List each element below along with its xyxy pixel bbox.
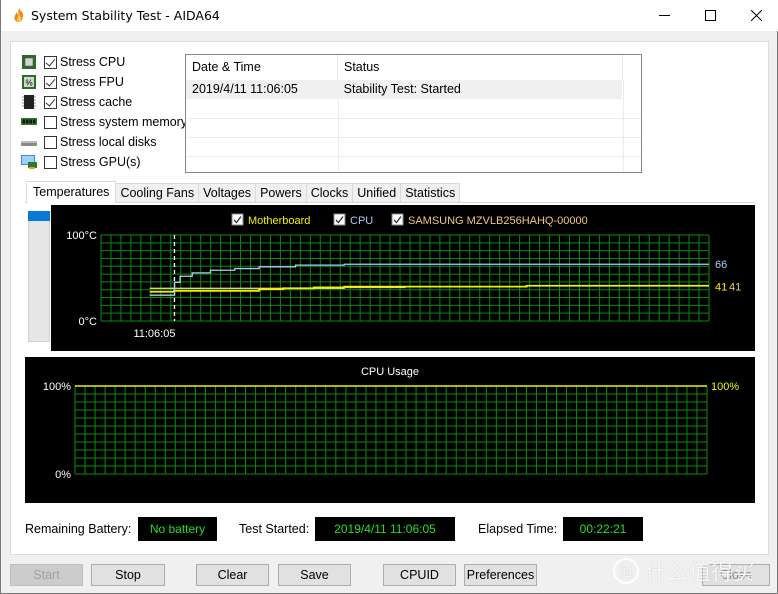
sensor-tabs: Temperatures Cooling Fans Voltages Powers Cl… (26, 181, 461, 203)
cpu-usage-chart: CPU Usage 100% 0% 100% (43, 366, 739, 481)
stop-button[interactable]: Stop (91, 564, 165, 586)
gpu-monitor-icon (21, 155, 37, 169)
event-log-table[interactable]: Date & Time Status 2019/4/11 11:06:05 St… (185, 54, 642, 173)
watermark-badge: 值 (613, 558, 639, 584)
legend-item-samsung[interactable]: SAMSUNG MZVLB256HAHQ-00000 (391, 213, 588, 227)
stress-checkbox[interactable] (44, 75, 57, 89)
aida64-flame-icon (14, 8, 24, 22)
log-datetime: 2019/4/11 11:06:05 (192, 82, 298, 96)
fpu-chip-icon: % (21, 75, 37, 89)
stress-checkbox[interactable] (44, 95, 57, 109)
title-bar: System Stability Test - AIDA64 (1, 0, 778, 31)
close-icon (750, 10, 762, 21)
stress-checkbox[interactable] (44, 135, 57, 149)
svg-text:%: % (25, 79, 32, 88)
stress-checkbox[interactable] (44, 115, 57, 129)
save-button[interactable]: Save (278, 564, 351, 586)
temperature-side-bar[interactable] (28, 211, 50, 342)
tab-unified[interactable]: Unified (352, 183, 402, 203)
log-status: Stability Test: Started (343, 82, 461, 96)
log-gridline (186, 156, 641, 157)
clear-button[interactable]: Clear (196, 564, 269, 586)
stress-checkbox[interactable] (44, 155, 57, 169)
stress-option-stress-local-disks[interactable]: Stress local disks (21, 133, 191, 151)
minimize-button[interactable] (641, 0, 687, 31)
log-gridline (186, 137, 641, 138)
cpuid-button[interactable]: CPUID (383, 564, 456, 586)
start-button[interactable]: Start (10, 564, 83, 586)
y-axis-min-label: 0% (55, 469, 71, 481)
legend-label: Motherboard (248, 215, 310, 227)
log-header: Date & Time Status (186, 55, 641, 80)
cpu-current-value: 66 (715, 259, 727, 271)
log-row[interactable]: 2019/4/11 11:06:05 Stability Test: Start… (186, 80, 622, 99)
y-axis-max-label: 100% (43, 381, 71, 393)
legend-item-cpu[interactable]: CPU (333, 213, 373, 227)
temperature-grid (100, 234, 710, 322)
cpu-usage-grid (74, 385, 708, 475)
window-title: System Stability Test - AIDA64 (31, 8, 220, 23)
legend-checkbox[interactable] (391, 213, 404, 226)
temperature-legend: Motherboard CPU SAMSUNG MZVLB256HAHQ-00000 (231, 213, 588, 227)
test-start-time-label: 11:06:05 (133, 328, 175, 340)
battery-label: Remaining Battery: (25, 522, 132, 536)
tab-powers[interactable]: Powers (255, 183, 307, 203)
y-axis-max-label: 100°C (66, 230, 97, 242)
tab-content-border (25, 202, 755, 203)
log-column-divider (338, 80, 339, 172)
maximize-button[interactable] (687, 0, 733, 31)
status-row: Remaining Battery: No battery Test Start… (1, 517, 778, 541)
stress-option-label: Stress local disks (60, 135, 157, 149)
test-started-value: 2019/4/11 11:06:05 (315, 517, 455, 541)
tab-voltages[interactable]: Voltages (198, 183, 257, 203)
stress-option-label: Stress GPU(s) (60, 155, 141, 169)
stress-option-label: Stress system memory (60, 115, 188, 129)
motherboard-current-value: 41 (715, 282, 727, 294)
temperature-graph: Motherboard CPU SAMSUNG MZVLB256HAHQ-00000… (51, 205, 755, 351)
column-header-datetime[interactable]: Date & Time (186, 55, 338, 80)
stress-option-stress-cpu[interactable]: Stress CPU (21, 53, 191, 71)
cpu-usage-current-value: 100% (711, 381, 739, 393)
cpu-usage-graph: CPU Usage 100% 0% 100% (25, 357, 755, 503)
log-gridline (186, 118, 641, 119)
memory-module-icon (21, 115, 37, 129)
stress-option-stress-fpu[interactable]: % Stress FPU (21, 73, 191, 91)
stress-checkbox[interactable] (44, 55, 57, 69)
stress-option-label: Stress FPU (60, 75, 124, 89)
legend-checkbox[interactable] (333, 213, 346, 226)
maximize-icon (704, 10, 716, 21)
legend-label: CPU (350, 215, 373, 227)
stress-option-label: Stress cache (60, 95, 133, 109)
log-column-divider (623, 80, 624, 172)
cpu-usage-title: CPU Usage (361, 366, 419, 378)
test-started-label: Test Started: (239, 522, 310, 536)
tab-temperatures[interactable]: Temperatures (26, 181, 117, 203)
stress-option-stress-gpu-s[interactable]: Stress GPU(s) (21, 153, 191, 171)
column-header-status[interactable]: Status (338, 55, 623, 80)
side-bar-fill (28, 211, 50, 221)
stress-option-label: Stress CPU (60, 55, 126, 69)
disk-drive-icon (21, 135, 37, 149)
cache-chip-icon (21, 95, 37, 109)
stress-option-stress-cache[interactable]: Stress cache (21, 93, 191, 111)
minimize-icon (658, 15, 670, 16)
stability-test-window: System Stability Test - AIDA64 Stress CP… (0, 0, 778, 594)
legend-checkbox[interactable] (231, 213, 244, 226)
elapsed-time-value: 00:22:21 (563, 517, 643, 541)
preferences-button[interactable]: Preferences (464, 564, 537, 586)
elapsed-time-label: Elapsed Time: (478, 522, 558, 536)
close-button[interactable]: Close (702, 564, 770, 586)
tab-statistics[interactable]: Statistics (400, 183, 461, 203)
legend-item-motherboard[interactable]: Motherboard (231, 213, 310, 227)
y-axis-min-label: 0°C (79, 316, 98, 328)
ssd-current-value: 41 (729, 282, 741, 294)
battery-value: No battery (138, 517, 217, 541)
tab-clocks[interactable]: Clocks (305, 183, 354, 203)
legend-label: SAMSUNG MZVLB256HAHQ-00000 (408, 215, 588, 227)
cpu-chip-icon (21, 55, 37, 69)
tab-cooling-fans[interactable]: Cooling Fans (115, 183, 200, 203)
stress-option-stress-system-memory[interactable]: Stress system memory (21, 113, 191, 131)
temperature-chart: Motherboard CPU SAMSUNG MZVLB256HAHQ-00000… (66, 213, 741, 340)
close-window-button[interactable] (733, 0, 778, 31)
